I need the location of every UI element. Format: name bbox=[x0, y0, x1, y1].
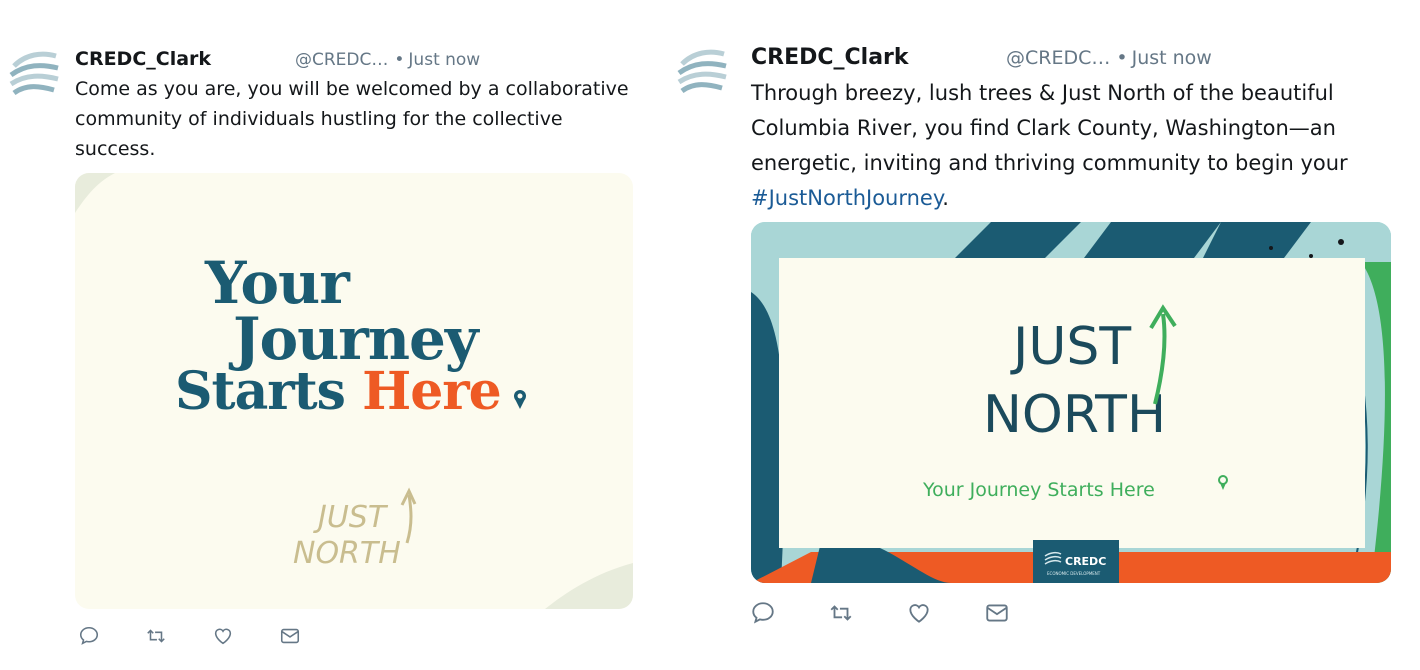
headline-starts: Starts bbox=[175, 361, 362, 422]
reply-icon bbox=[79, 626, 99, 645]
tweet-header: CREDC_Clark @CREDC… • Just now bbox=[75, 48, 480, 70]
corner-shape bbox=[545, 563, 633, 609]
author-name[interactable]: CREDC_Clark bbox=[75, 48, 295, 70]
retweet-icon bbox=[147, 629, 165, 643]
avatar[interactable] bbox=[676, 42, 728, 102]
tagline: Your Journey Starts Here bbox=[922, 479, 1155, 501]
tweet-text: Through breezy, lush trees & Just North … bbox=[751, 76, 1396, 216]
retweet-button[interactable] bbox=[828, 600, 854, 626]
tweet-text: Come as you are, you will be welcomed by… bbox=[75, 78, 629, 160]
hashtag-link[interactable]: #JustNorthJourney bbox=[751, 186, 942, 210]
logo-just: JUST bbox=[1010, 317, 1131, 377]
bg-dot bbox=[1269, 246, 1273, 250]
timestamp[interactable]: Just now bbox=[408, 50, 480, 70]
bg-dot bbox=[1338, 239, 1344, 245]
headline-line-3: Starts Here bbox=[175, 361, 501, 422]
message-icon bbox=[280, 628, 300, 644]
tweet-header: CREDC_Clark @CREDC… • Just now bbox=[751, 45, 1212, 70]
headline-here: Here bbox=[362, 361, 501, 422]
tweet-text-end: . bbox=[942, 186, 949, 210]
credc-badge-subtext: ECONOMIC DEVELOPMENT bbox=[1047, 571, 1101, 576]
tweet-actions bbox=[750, 600, 1010, 626]
timestamp[interactable]: Just now bbox=[1132, 47, 1212, 69]
like-icon bbox=[214, 628, 232, 645]
map-pin-icon bbox=[514, 390, 526, 409]
separator: • bbox=[1116, 47, 1128, 69]
logo-just: JUST bbox=[313, 500, 389, 535]
tweet-text-main: Through breezy, lush trees & Just North … bbox=[751, 81, 1348, 175]
logo-north: NORTH bbox=[293, 536, 401, 571]
author-handle[interactable]: @CREDC… bbox=[295, 50, 388, 70]
author-handle[interactable]: @CREDC… bbox=[1006, 47, 1110, 69]
author-name[interactable]: CREDC_Clark bbox=[751, 45, 1006, 70]
reply-button[interactable] bbox=[78, 625, 100, 647]
corner-shape bbox=[75, 173, 115, 213]
message-icon bbox=[986, 604, 1008, 622]
logo-arrow bbox=[405, 494, 413, 544]
credc-logo-icon bbox=[677, 49, 727, 94]
bg-dot bbox=[1309, 254, 1313, 258]
like-button[interactable] bbox=[906, 600, 932, 626]
separator: • bbox=[394, 50, 405, 70]
journey-graphic: Your Journey Starts Here JUST NORTH bbox=[75, 173, 633, 609]
credc-badge-text: CREDC bbox=[1065, 555, 1106, 568]
retweet-button[interactable] bbox=[145, 625, 167, 647]
tweet-image[interactable]: JUST NORTH Your Journey Starts Here CRED… bbox=[751, 222, 1391, 583]
like-icon bbox=[909, 604, 929, 623]
just-north-graphic: JUST NORTH Your Journey Starts Here CRED… bbox=[751, 222, 1391, 583]
retweet-icon bbox=[830, 605, 852, 621]
tweet-actions bbox=[78, 625, 346, 647]
message-button[interactable] bbox=[279, 625, 301, 647]
tweet-card-1: CREDC_Clark @CREDC… • Just now Come as you … bbox=[0, 0, 650, 670]
credc-logo-icon bbox=[9, 51, 59, 96]
message-button[interactable] bbox=[984, 600, 1010, 626]
reply-icon bbox=[752, 602, 774, 624]
logo-north: NORTH bbox=[983, 385, 1166, 445]
tweet-image[interactable]: Your Journey Starts Here JUST NORTH bbox=[75, 173, 633, 609]
reply-button[interactable] bbox=[750, 600, 776, 626]
like-button[interactable] bbox=[212, 625, 234, 647]
avatar[interactable] bbox=[8, 44, 60, 104]
